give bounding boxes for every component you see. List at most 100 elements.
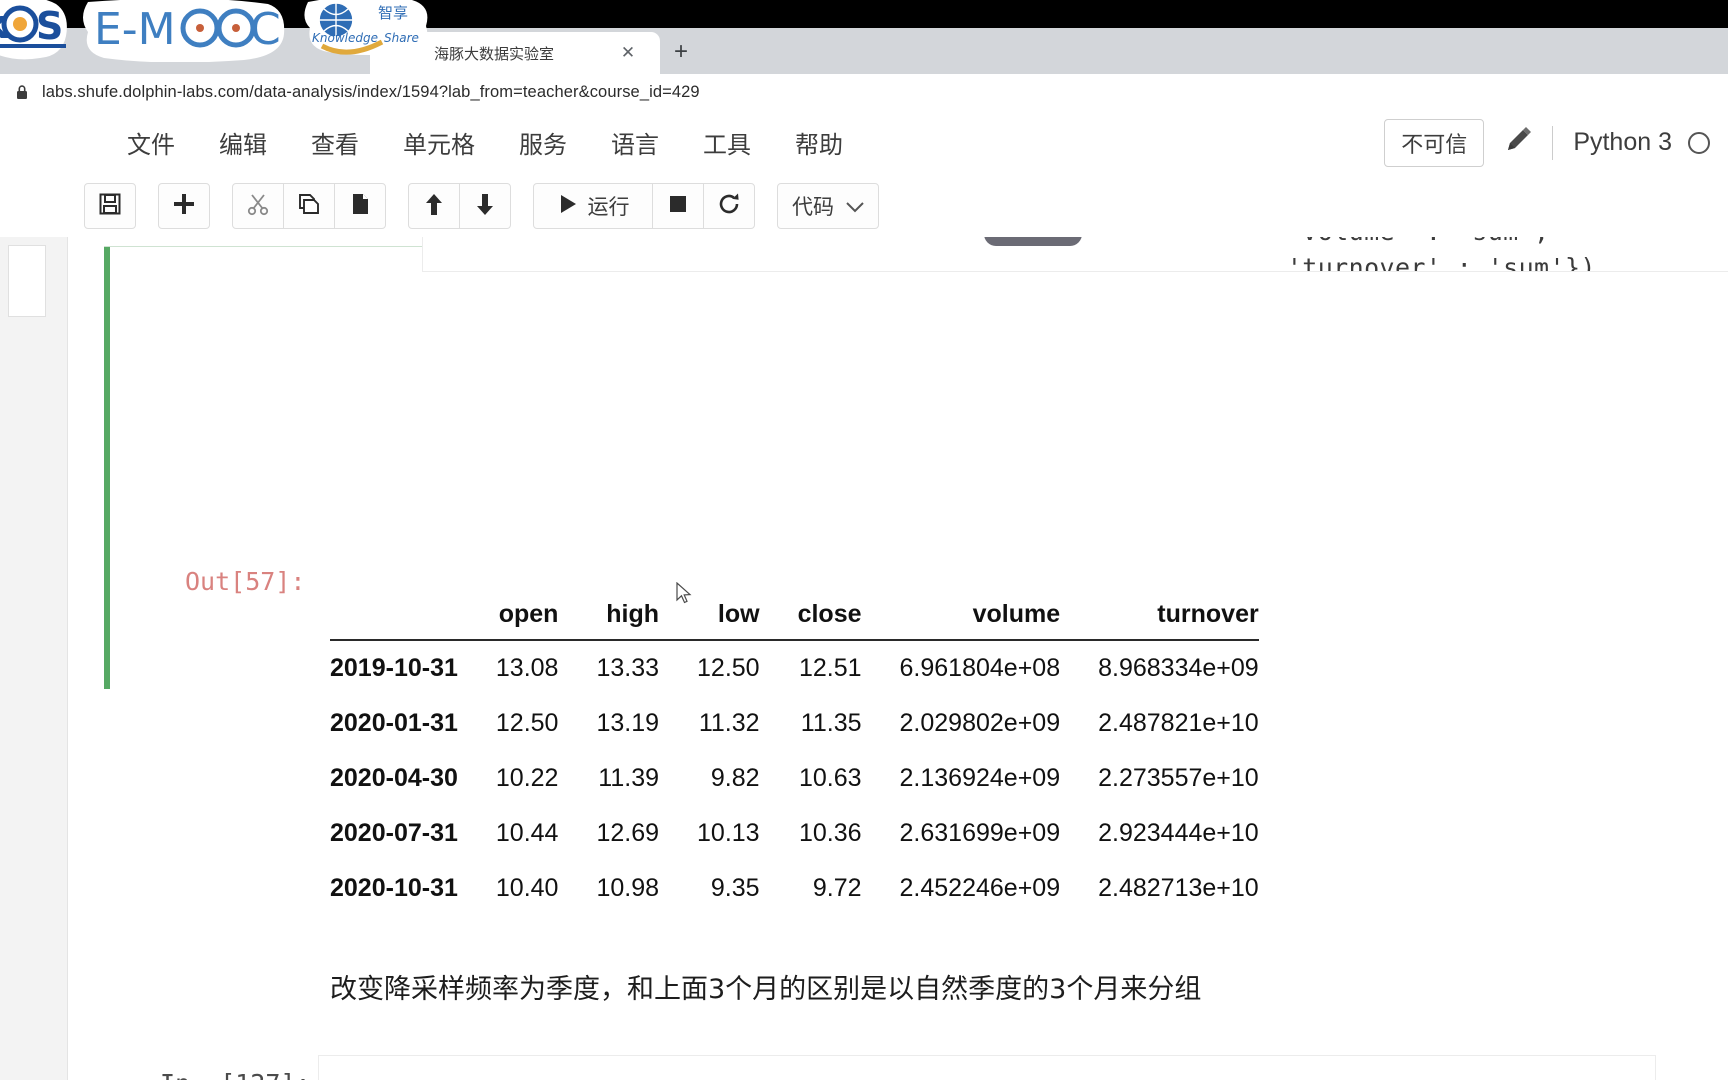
save-button[interactable] <box>84 183 136 229</box>
cell-volume: 2.136924e+09 <box>899 764 1061 792</box>
browser-window: 海豚大数据实验室 ✕ + labs.shufe.dolphin-labs.com… <box>0 0 1728 1080</box>
column-header-volume: volume <box>972 600 1061 628</box>
table-row: 2020-10-31 10.40 10.98 9.35 9.72 2.45224… <box>330 861 1259 916</box>
code-line-1: price.resample(rule='Q').agg({'open':'fi… <box>333 1070 1655 1080</box>
table-row: 2020-01-31 12.50 13.19 11.32 11.35 2.029… <box>330 696 1259 751</box>
menu-language[interactable]: 语言 <box>589 119 681 166</box>
paste-icon <box>348 192 372 221</box>
scroll-thumb[interactable] <box>984 237 1082 246</box>
interrupt-kernel-button[interactable] <box>652 183 704 229</box>
row-index: 2020-07-31 <box>330 819 458 847</box>
notebook-toolbar: 运行 代码 <box>0 175 1728 237</box>
cell-turnover: 8.968334e+09 <box>1098 654 1259 682</box>
notebook-body: 'volume' : 'sum', 'turnover' : 'sum'}) O… <box>0 237 1728 1080</box>
run-button[interactable]: 运行 <box>533 183 653 229</box>
menu-file[interactable]: 文件 <box>105 119 197 166</box>
cell-turnover: 2.273557e+10 <box>1098 764 1259 792</box>
cell-turnover: 2.482713e+10 <box>1098 874 1259 902</box>
cell-type-value: 代码 <box>792 195 834 219</box>
row-index: 2020-01-31 <box>330 709 458 737</box>
menu-help[interactable]: 帮助 <box>773 119 865 166</box>
cell-open: 10.44 <box>495 819 559 847</box>
play-icon <box>557 193 579 220</box>
menu-tools[interactable]: 工具 <box>681 119 773 166</box>
move-cell-down-button[interactable] <box>459 183 511 229</box>
cell-high: 10.98 <box>596 874 660 902</box>
arrow-up-icon <box>422 192 446 221</box>
cell-low: 12.50 <box>697 654 760 682</box>
cell-open: 13.08 <box>495 654 559 682</box>
toolbar-group-run: 运行 <box>533 183 755 229</box>
knowledge-share-logo-sticker: 智享 Knowledge Share <box>300 0 428 58</box>
row-index: 2019-10-31 <box>330 654 458 682</box>
cell-turnover: 2.923444e+10 <box>1098 819 1259 847</box>
cell-turnover: 2.487821e+10 <box>1098 709 1259 737</box>
column-header-low: low <box>717 600 760 628</box>
cell-close: 10.36 <box>798 819 862 847</box>
column-header-close: close <box>797 600 862 628</box>
floppy-save-icon <box>98 192 122 221</box>
cell-high: 12.69 <box>596 819 660 847</box>
trust-status-button[interactable]: 不可信 <box>1384 118 1485 167</box>
menu-cell[interactable]: 单元格 <box>381 119 497 166</box>
toolbar-group-save <box>84 183 136 229</box>
insert-cell-button[interactable] <box>158 183 210 229</box>
cell-open: 10.40 <box>495 874 559 902</box>
menu-edit[interactable]: 编辑 <box>197 119 289 166</box>
scissors-icon <box>246 192 270 221</box>
cell-low: 11.32 <box>698 709 760 737</box>
stop-square-icon <box>667 193 689 220</box>
kernel-name-label: Python 3 <box>1573 128 1672 156</box>
cell-volume: 2.029802e+09 <box>899 709 1061 737</box>
copy-icon <box>297 192 321 221</box>
kernel-idle-circle-icon[interactable] <box>1688 131 1710 154</box>
cell-low: 9.82 <box>710 764 760 792</box>
cell-type-select[interactable]: 代码 <box>777 183 879 229</box>
code-input-cell[interactable]: price.resample(rule='Q').agg({'open':'fi… <box>318 1055 1656 1080</box>
paste-button[interactable] <box>334 183 386 229</box>
cell-high: 11.39 <box>598 764 660 792</box>
svg-text:S: S <box>36 4 63 48</box>
cell-low: 9.35 <box>710 874 760 902</box>
table-row: 2020-04-30 10.22 11.39 9.82 10.63 2.1369… <box>330 751 1259 806</box>
close-icon[interactable]: ✕ <box>618 43 638 63</box>
column-header-open: open <box>498 600 559 628</box>
svg-text:Share: Share <box>384 31 419 45</box>
move-cell-up-button[interactable] <box>408 183 460 229</box>
restart-kernel-button[interactable] <box>703 183 755 229</box>
selected-output-cell[interactable]: 'volume' : 'sum', 'turnover' : 'sum'}) <box>104 237 1728 272</box>
tab-title: 海豚大数据实验室 <box>434 45 555 63</box>
toolbar-group-insert <box>158 183 210 229</box>
run-button-label: 运行 <box>587 195 630 219</box>
toolbar-group-clipboard <box>232 183 386 229</box>
table-row: 2019-10-31 13.08 13.33 12.50 12.51 6.961… <box>330 640 1259 696</box>
menu-view[interactable]: 查看 <box>289 119 381 166</box>
restart-circular-arrow-icon <box>717 192 741 221</box>
svg-text:C: C <box>250 4 281 55</box>
emooc-logo-sticker: E-M C <box>78 0 288 62</box>
svg-text:智享: 智享 <box>378 4 408 22</box>
svg-text:Knowledge: Knowledge <box>312 31 378 45</box>
copy-button[interactable] <box>283 183 335 229</box>
cut-button[interactable] <box>232 183 284 229</box>
row-index: 2020-10-31 <box>330 874 458 902</box>
arrow-down-icon <box>473 192 497 221</box>
markdown-cell-text[interactable]: 改变降采样频率为季度，和上面3个月的区别是以自然季度的3个月来分组 <box>330 967 1201 1006</box>
selected-cell-indicator <box>104 237 110 689</box>
header-divider <box>1552 125 1554 160</box>
address-bar[interactable]: labs.shufe.dolphin-labs.com/data-analysi… <box>0 74 1728 110</box>
notebook-header: 文件 编辑 查看 单元格 服务 语言 工具 帮助 不可信 Python 3 <box>0 110 1728 175</box>
cell-open: 12.50 <box>495 709 559 737</box>
browser-chrome: 海豚大数据实验室 ✕ + labs.shufe.dolphin-labs.com… <box>0 0 1728 110</box>
menu-service[interactable]: 服务 <box>497 119 589 166</box>
toolbar-group-move <box>408 183 511 229</box>
lock-icon <box>14 84 30 100</box>
column-header-high: high <box>606 600 660 628</box>
pencil-icon[interactable] <box>1504 125 1534 160</box>
row-index: 2020-04-30 <box>330 764 458 792</box>
cell-volume: 2.452246e+09 <box>899 874 1061 902</box>
table-row: 2020-07-31 10.44 12.69 10.13 10.36 2.631… <box>330 806 1259 861</box>
cell-close: 11.35 <box>800 709 862 737</box>
plus-icon[interactable]: + <box>668 40 694 66</box>
column-header-turnover: turnover <box>1157 600 1259 628</box>
